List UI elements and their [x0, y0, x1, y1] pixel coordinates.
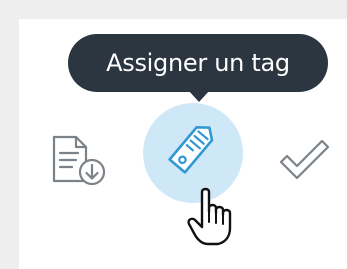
checkmark-icon[interactable] [278, 136, 330, 182]
tooltip: Assigner un tag [68, 34, 328, 92]
tag-icon[interactable] [166, 118, 222, 174]
tooltip-arrow [188, 90, 210, 102]
hand-pointer-icon [187, 187, 232, 246]
document-download-icon[interactable] [48, 131, 116, 189]
tooltip-label: Assigner un tag [106, 49, 290, 77]
